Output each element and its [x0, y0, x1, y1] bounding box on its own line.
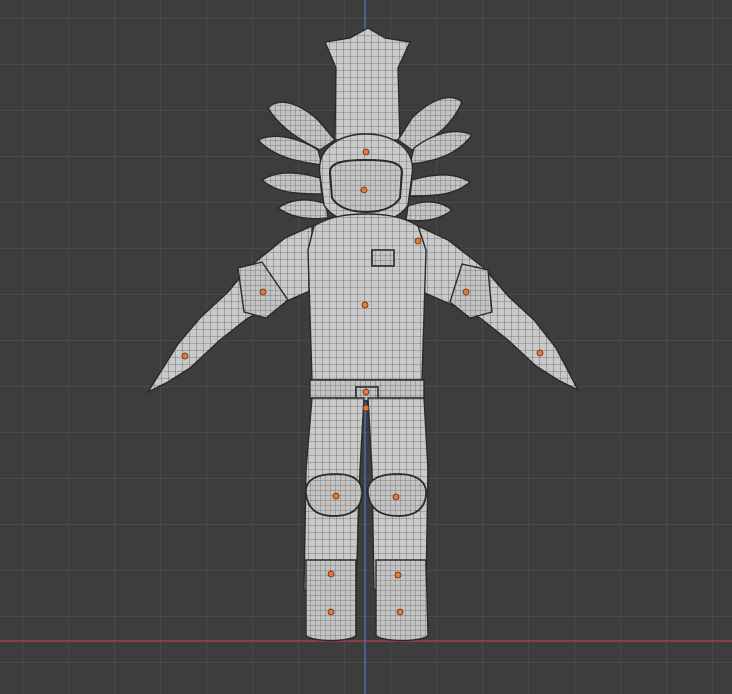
origin-point[interactable]: [362, 148, 370, 156]
origin-point[interactable]: [332, 492, 340, 500]
origin-point[interactable]: [394, 571, 402, 579]
origin-point[interactable]: [536, 349, 544, 357]
origin-point[interactable]: [392, 493, 400, 501]
chest-badge-mesh[interactable]: [371, 249, 395, 267]
visor-mesh[interactable]: [328, 158, 404, 214]
viewport-canvas[interactable]: [0, 0, 732, 694]
right-arm-mesh[interactable]: [417, 224, 580, 392]
character-mesh[interactable]: [146, 27, 580, 642]
origin-point[interactable]: [396, 608, 404, 616]
origin-point[interactable]: [360, 186, 368, 194]
right-boot-mesh[interactable]: [375, 559, 429, 642]
origin-point[interactable]: [462, 288, 470, 296]
torso-mesh[interactable]: [307, 213, 427, 381]
origin-point[interactable]: [181, 352, 189, 360]
origin-point[interactable]: [414, 237, 422, 245]
origin-point[interactable]: [362, 388, 370, 396]
origin-point[interactable]: [327, 608, 335, 616]
3d-viewport[interactable]: [0, 0, 732, 694]
origin-point[interactable]: [327, 570, 335, 578]
origin-point[interactable]: [259, 288, 267, 296]
crest-mesh[interactable]: [324, 27, 412, 141]
origin-point[interactable]: [361, 301, 369, 309]
left-arm-mesh[interactable]: [146, 224, 313, 394]
origin-point[interactable]: [362, 404, 370, 412]
